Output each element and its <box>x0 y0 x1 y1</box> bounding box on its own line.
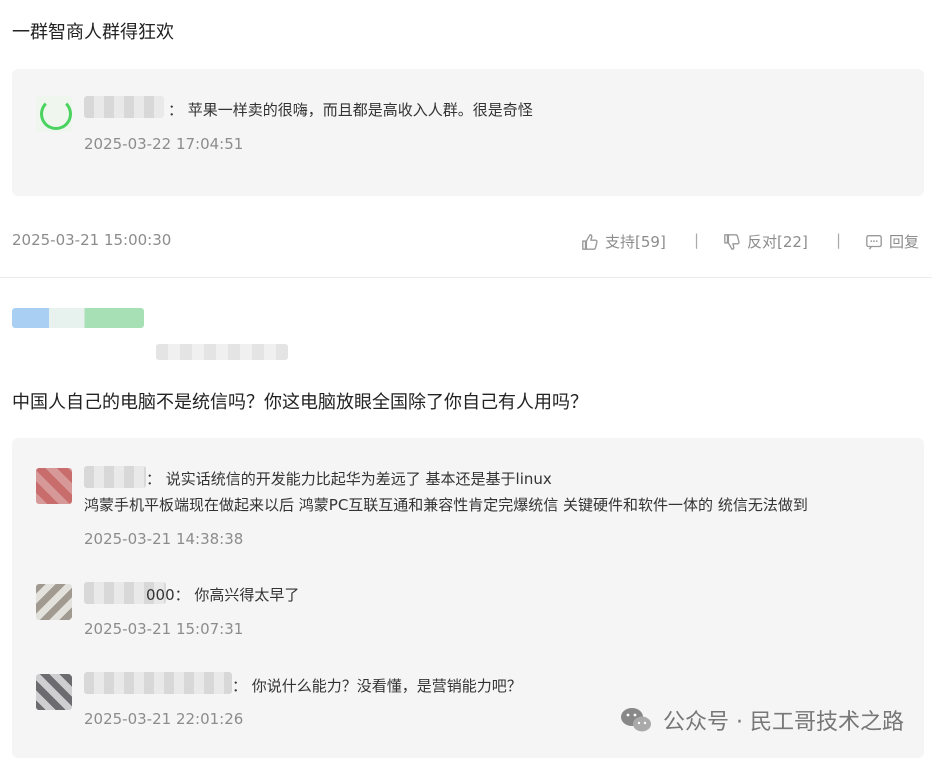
oppose-button[interactable]: 反对[22] <box>723 231 808 252</box>
avatar[interactable] <box>36 674 72 710</box>
support-button[interactable]: 支持[59] <box>581 231 666 252</box>
reply-timestamp: 2025-03-22 17:04:51 <box>84 135 244 153</box>
action-separator: | <box>836 231 842 249</box>
blurred-username[interactable] <box>12 308 144 328</box>
blurred-user-info <box>156 344 288 360</box>
action-separator: | <box>694 231 700 249</box>
wechat-icon <box>621 708 652 732</box>
comment-divider <box>0 277 932 278</box>
blurred-username[interactable] <box>84 96 164 118</box>
reply-timestamp: 2025-03-21 22:01:26 <box>84 710 244 728</box>
reply-timestamp: 2025-03-21 14:38:38 <box>84 530 244 548</box>
reply-label: 回复 <box>889 233 920 251</box>
oppose-label: 反对[22] <box>747 233 808 251</box>
watermark: 公众号 · 民工哥技术之路 <box>619 704 904 736</box>
blurred-username[interactable] <box>84 672 232 694</box>
reply-button[interactable]: 回复 <box>865 231 919 252</box>
reply-text: ： 苹果一样卖的很嗨，而且都是高收入人群。很是奇怪 <box>168 101 533 119</box>
blurred-username[interactable] <box>84 466 146 488</box>
comment-text: 一群智商人群得狂欢 <box>12 22 174 43</box>
comment-icon <box>866 234 882 250</box>
watermark-text: 公众号 · 民工哥技术之路 <box>663 710 904 735</box>
avatar[interactable] <box>36 468 72 504</box>
avatar[interactable] <box>36 584 72 620</box>
comment-text: 中国人自己的电脑不是统信吗？你这电脑放眼全国除了你自己有人用吗？ <box>12 392 588 413</box>
reply-text: ： 说实话统信的开发能力比起华为差远了 基本还是基于linux <box>146 470 552 488</box>
avatar[interactable] <box>36 96 72 132</box>
reply-text: 000： 你高兴得太早了 <box>146 586 300 604</box>
comment-timestamp: 2025-03-21 15:00:30 <box>12 231 172 249</box>
reply-text-continued: 鸿蒙手机平板端现在做起来以后 鸿蒙PC互联互通和兼容性肯定完爆统信 关键硬件和软… <box>84 496 808 514</box>
thumbs-up-icon <box>582 233 598 250</box>
support-label: 支持[59] <box>605 233 666 251</box>
reply-text: ： 你说什么能力？没看懂，是营销能力吧？ <box>232 677 522 695</box>
reply-box <box>12 69 924 196</box>
reply-timestamp: 2025-03-21 15:07:31 <box>84 620 244 638</box>
thumbs-down-icon <box>724 233 740 250</box>
